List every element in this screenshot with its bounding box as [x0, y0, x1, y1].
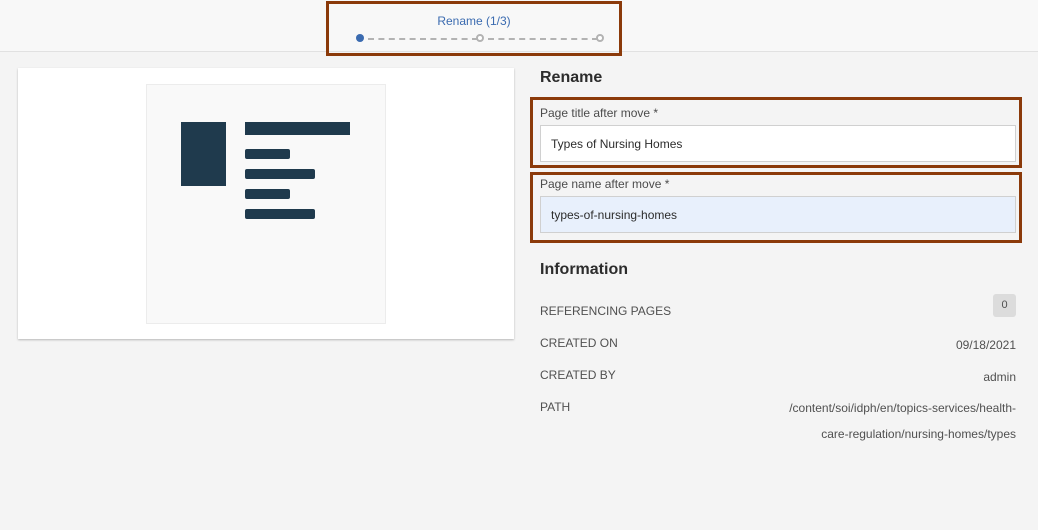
- step-track: [329, 31, 619, 45]
- page-name-input[interactable]: [540, 196, 1016, 233]
- thumbnail-text-line: [245, 189, 290, 199]
- step-dot-2[interactable]: [476, 34, 484, 42]
- step-dot-rename[interactable]: [356, 34, 364, 42]
- rename-section-title: Rename: [540, 69, 603, 86]
- step-connector: [368, 38, 478, 40]
- path-label: PATH: [540, 400, 571, 414]
- page-title-label: Page title after move *: [540, 106, 659, 120]
- page-title-field-group: Page title after move *: [530, 97, 1022, 168]
- thumbnail-heading-line: [245, 122, 350, 135]
- page-preview-card: [18, 68, 514, 339]
- path-line-1: /content/soi/idph/en/topics-services/hea…: [789, 401, 1016, 415]
- page-title-input[interactable]: [540, 125, 1016, 162]
- page-name-field-group: Page name after move *: [530, 172, 1022, 243]
- thumbnail-text-line: [245, 209, 315, 219]
- wizard-header: Rename (1/3): [0, 0, 1038, 56]
- page-name-label: Page name after move *: [540, 177, 670, 191]
- created-on-label: CREATED ON: [540, 336, 618, 350]
- thumbnail-text-line: [245, 169, 315, 179]
- created-by-value: admin: [983, 370, 1016, 384]
- information-section-title: Information: [540, 261, 628, 278]
- step-dot-3[interactable]: [596, 34, 604, 42]
- step-connector: [488, 38, 598, 40]
- page-thumbnail: [146, 84, 386, 324]
- path-line-2: care-regulation/nursing-homes/types: [821, 427, 1016, 441]
- step-label: Rename (1/3): [437, 14, 511, 28]
- thumbnail-image-placeholder: [181, 122, 226, 186]
- path-value: /content/soi/idph/en/topics-services/hea…: [756, 395, 1016, 447]
- thumbnail-text-line: [245, 149, 290, 159]
- created-by-label: CREATED BY: [540, 368, 616, 382]
- created-on-value: 09/18/2021: [955, 338, 1016, 352]
- wizard-step-indicator: Rename (1/3): [326, 1, 622, 56]
- referencing-pages-label: REFERENCING PAGES: [540, 304, 672, 318]
- referencing-pages-count-badge[interactable]: 0: [993, 294, 1016, 317]
